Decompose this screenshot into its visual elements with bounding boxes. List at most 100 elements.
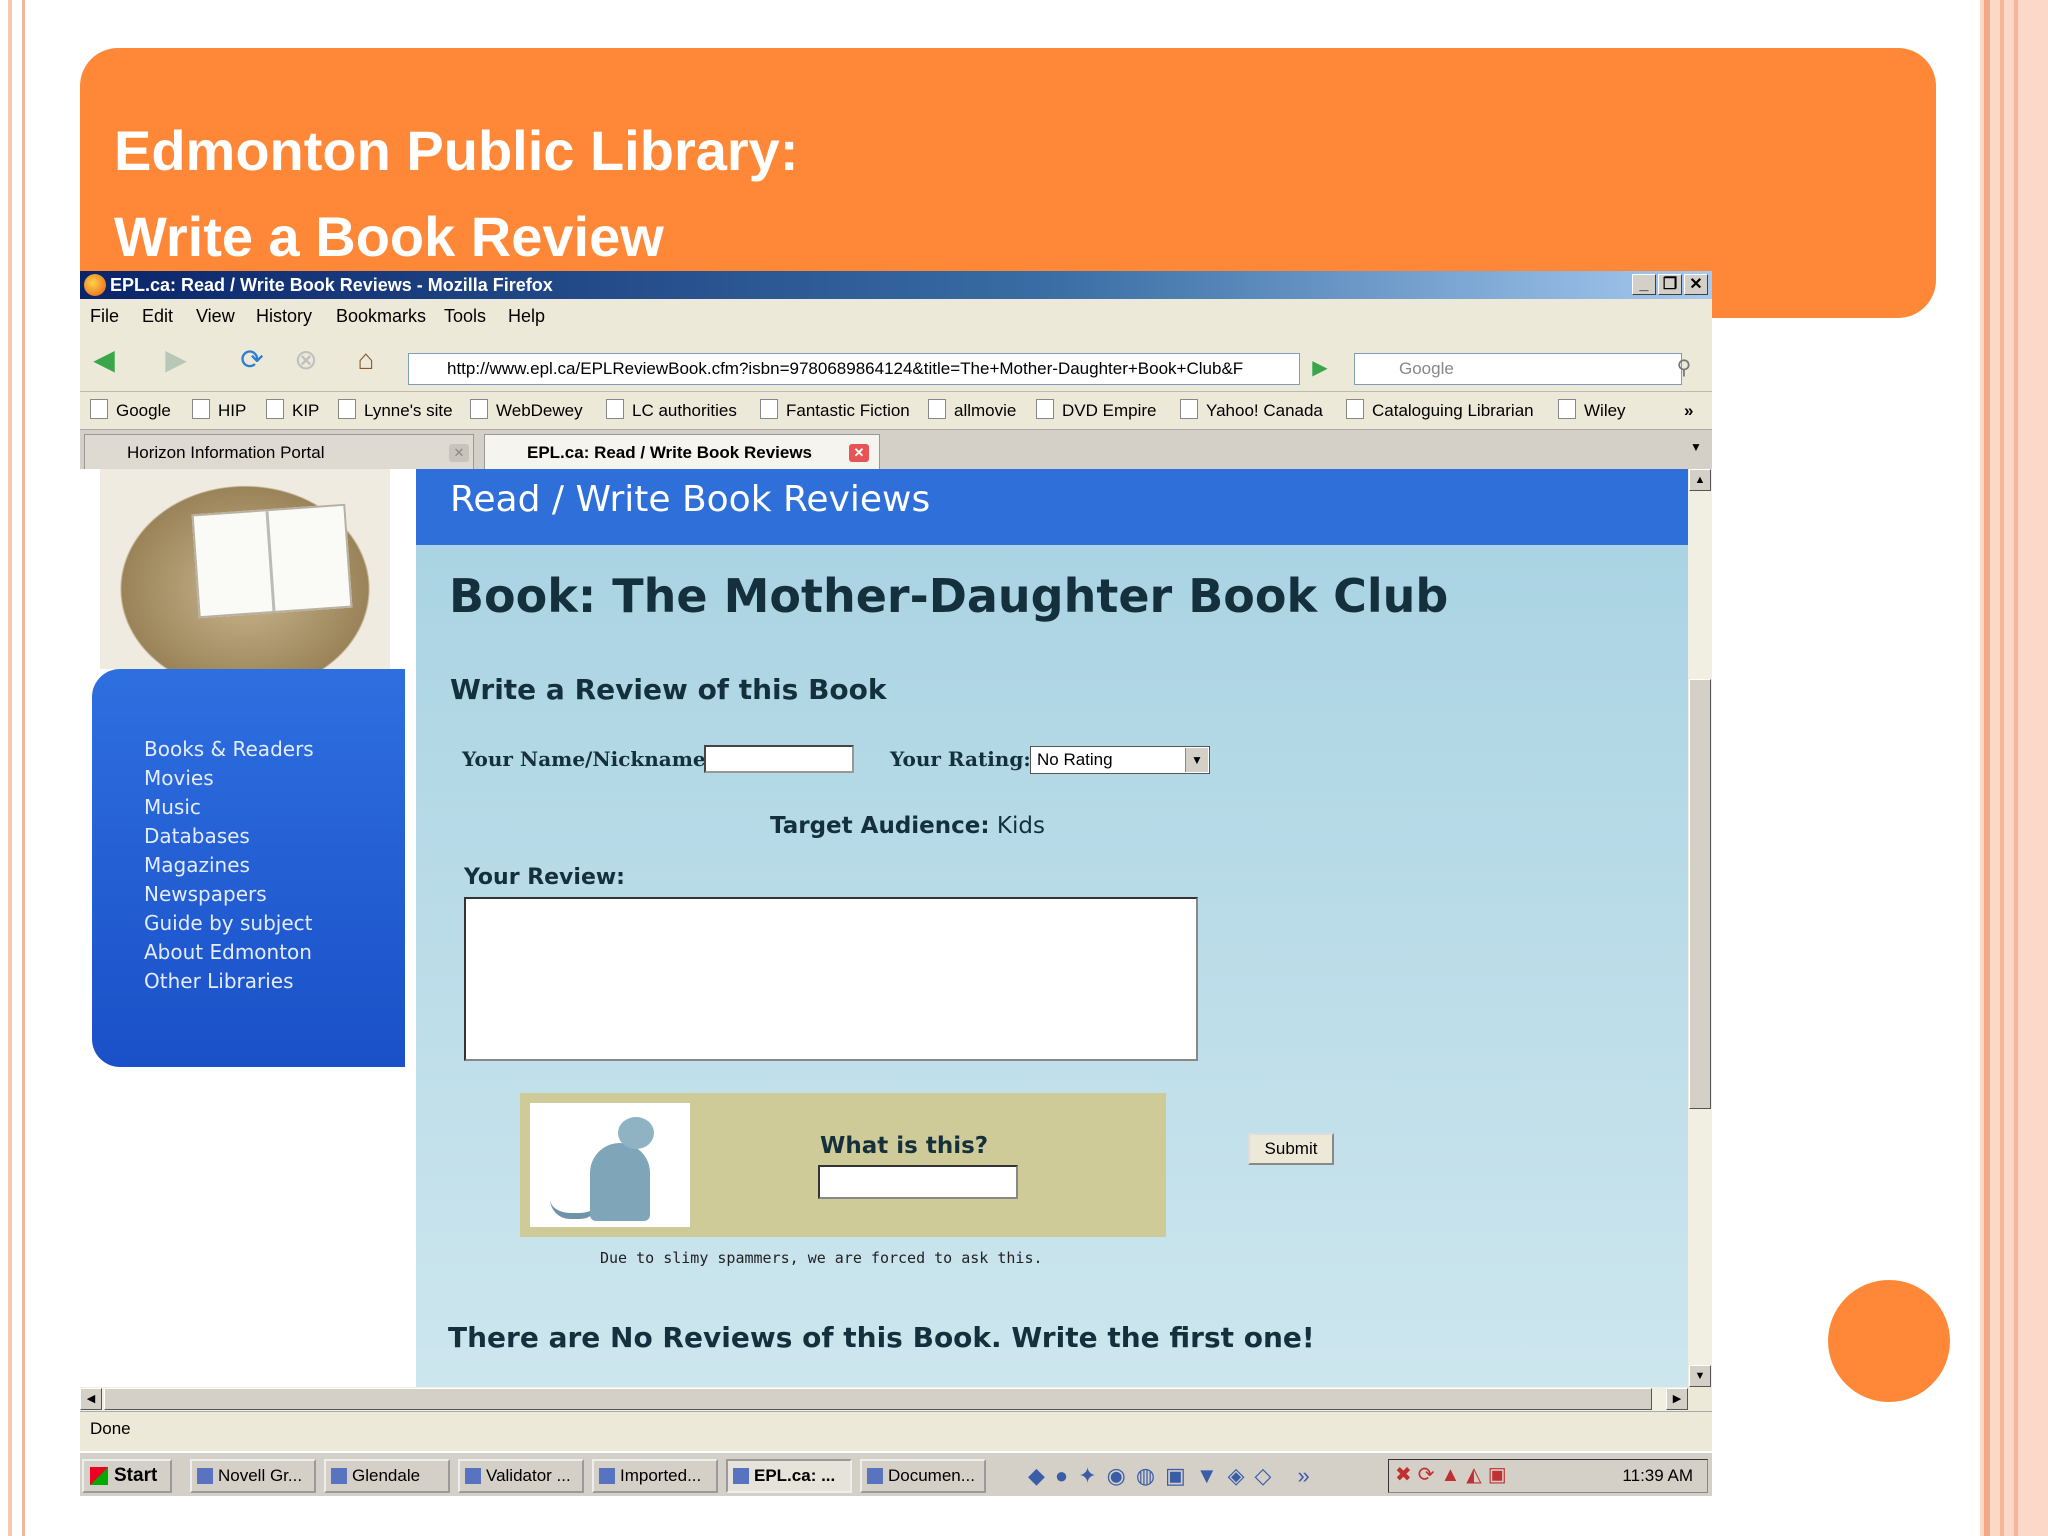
taskbar-item-novell[interactable]: Novell Gr... [190,1459,316,1493]
spam-note: Due to slimy spammers, we are forced to … [600,1249,1043,1267]
menu-bookmarks[interactable]: Bookmarks [336,299,426,333]
captcha-input[interactable] [818,1165,1018,1199]
bookmark-kip[interactable]: KIP [266,392,319,430]
nav-newspapers[interactable]: Newspapers [144,880,314,909]
window-title: EPL.ca: Read / Write Book Reviews - Mozi… [110,275,553,295]
taskbar-item-document[interactable]: Documen... [860,1459,986,1493]
bookmark-wiley[interactable]: Wiley [1558,392,1626,430]
vertical-scroll-thumb[interactable] [1689,679,1711,1109]
review-subtitle: Write a Review of this Book [450,673,887,706]
decorative-circle [1828,1280,1950,1402]
menu-file[interactable]: File [90,299,119,333]
slide-title-line2: Write a Book Review [114,205,664,268]
menu-help[interactable]: Help [508,299,545,333]
horizontal-scroll-thumb[interactable] [104,1388,1652,1410]
book-title: Book: The Mother-Daughter Book Club [449,569,1449,623]
reload-icon[interactable]: ⟳ [236,345,268,375]
nav-music[interactable]: Music [144,793,314,822]
menu-tools[interactable]: Tools [444,299,486,333]
status-bar: Done [80,1411,1712,1446]
clock: 11:39 AM [1622,1466,1693,1485]
chevron-down-icon[interactable]: ▼ [1185,748,1208,772]
go-icon[interactable]: ▶ [1304,353,1336,383]
menu-view[interactable]: View [196,299,235,333]
back-icon[interactable]: ◀ [88,345,120,375]
search-input[interactable]: Google [1354,353,1682,385]
scroll-left-icon[interactable]: ◀ [80,1388,102,1410]
window-titlebar[interactable]: EPL.ca: Read / Write Book Reviews - Mozi… [80,271,1712,299]
submit-button[interactable]: Submit [1248,1133,1334,1165]
captcha-question: What is this? [820,1133,989,1159]
nav-about-edmonton[interactable]: About Edmonton [144,938,314,967]
slide-right-border [1966,0,2048,1536]
left-navigation: Books & Readers Movies Music Databases M… [92,669,405,1067]
menu-history[interactable]: History [256,299,312,333]
slide-title: Edmonton Public Library: Write a Book Rev… [114,108,798,280]
taskbar-item-validator[interactable]: Validator ... [458,1459,584,1493]
restore-button[interactable]: ❐ [1658,274,1682,295]
target-audience: Target Audience: Kids [770,813,1045,839]
browser-window: EPL.ca: Read / Write Book Reviews - Mozi… [80,271,1712,1496]
search-icon[interactable]: ⚲ [1668,353,1700,383]
close-button[interactable]: ✕ [1684,274,1708,295]
tab-epl-reviews[interactable]: EPL.ca: Read / Write Book Reviews ✕ [484,434,880,470]
nav-movies[interactable]: Movies [144,764,314,793]
bookmark-cataloguing-librarian[interactable]: Cataloguing Librarian [1346,392,1534,430]
rating-select[interactable]: No Rating ▼ [1030,746,1210,774]
bookmark-allmovie[interactable]: allmovie [928,392,1016,430]
bookmarks-toolbar: Google HIP KIP Lynne's site WebDewey LC … [80,391,1712,430]
tab-list-icon[interactable]: ▼ [1690,440,1702,454]
bookmark-lynnes-site[interactable]: Lynne's site [338,392,453,430]
nav-guide-by-subject[interactable]: Guide by subject [144,909,314,938]
no-reviews-message: There are No Reviews of this Book. Write… [448,1321,1315,1354]
review-textarea[interactable] [464,897,1198,1061]
scroll-down-icon[interactable]: ▼ [1689,1365,1711,1387]
tab-horizon[interactable]: Horizon Information Portal ✕ [84,434,474,470]
chair-image [100,469,390,669]
bookmark-dvd-empire[interactable]: DVD Empire [1036,392,1156,430]
quick-launch-icons[interactable]: ◆●✦◉◍▣▼◈◇ » [1028,1459,1378,1493]
bookmark-lc-authorities[interactable]: LC authorities [606,392,737,430]
page-viewport: Books & Readers Movies Music Databases M… [80,469,1688,1387]
nav-other-libraries[interactable]: Other Libraries [144,967,314,996]
taskbar-item-glendale[interactable]: Glendale [324,1459,450,1493]
url-input[interactable]: http://www.epl.ca/EPLReviewBook.cfm?isbn… [408,353,1300,385]
menu-bar: File Edit View History Bookmarks Tools H… [80,299,1712,333]
taskbar: Start Novell Gr... Glendale Validator ..… [80,1451,1712,1496]
stop-icon[interactable]: ⊗ [290,345,322,375]
tray-icons[interactable]: ✖⟳▲◭▣ [1395,1462,1513,1487]
bookmarks-overflow-icon[interactable]: » [1684,392,1693,430]
bookmark-fantastic-fiction[interactable]: Fantastic Fiction [760,392,910,430]
rating-label: Your Rating: [890,747,1031,771]
forward-icon[interactable]: ▶ [160,345,192,375]
bookmark-google[interactable]: Google [90,392,171,430]
scroll-up-icon[interactable]: ▲ [1689,469,1711,491]
content-header: Read / Write Book Reviews [416,469,1688,545]
status-text: Done [90,1419,131,1438]
captcha-panel: What is this? [520,1093,1166,1237]
bookmark-yahoo-canada[interactable]: Yahoo! Canada [1180,392,1323,430]
menu-edit[interactable]: Edit [142,299,173,333]
nav-magazines[interactable]: Magazines [144,851,314,880]
minimize-button[interactable]: _ [1632,274,1656,295]
tab-close-icon[interactable]: ✕ [449,444,469,462]
tab-close-icon[interactable]: ✕ [849,444,869,462]
bookmark-webdewey[interactable]: WebDewey [470,392,583,430]
bookmark-hip[interactable]: HIP [192,392,246,430]
horizontal-scrollbar[interactable]: ◀ ▶ [80,1387,1688,1411]
taskbar-item-epl[interactable]: EPL.ca: ... [726,1459,852,1493]
review-label: Your Review: [464,865,625,890]
start-button[interactable]: Start [82,1459,172,1493]
taskbar-item-imported[interactable]: Imported... [592,1459,718,1493]
nav-books-readers[interactable]: Books & Readers [144,735,314,764]
cat-image [530,1103,690,1227]
scroll-right-icon[interactable]: ▶ [1666,1388,1688,1410]
slide-left-border [0,0,25,1536]
name-input[interactable] [704,745,854,773]
nav-databases[interactable]: Databases [144,822,314,851]
firefox-icon [84,274,106,296]
home-icon[interactable]: ⌂ [350,345,382,375]
slide-title-line1: Edmonton Public Library: [114,119,799,182]
vertical-scrollbar[interactable]: ▲ ▼ [1688,469,1712,1387]
review-content: Read / Write Book Reviews Book: The Moth… [416,469,1688,1387]
